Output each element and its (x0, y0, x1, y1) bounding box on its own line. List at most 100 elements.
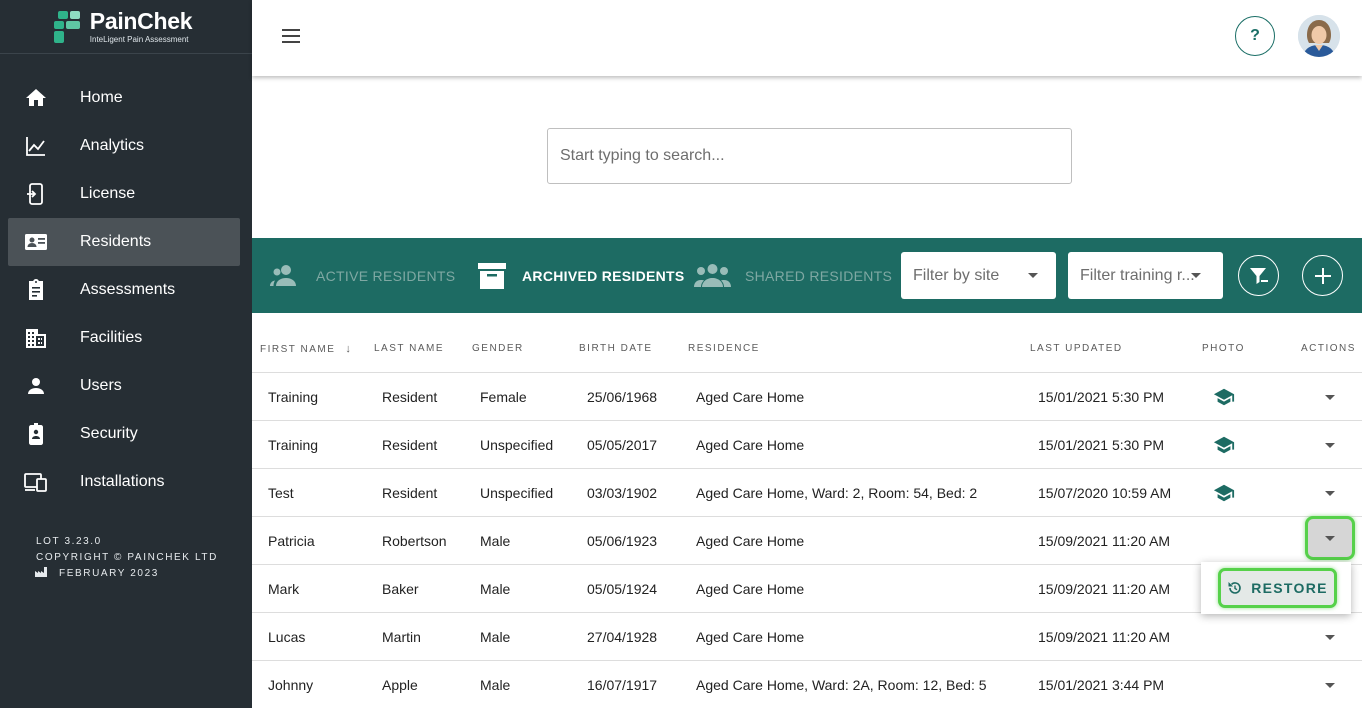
cell-last-updated: 15/09/2021 11:20 AM (1038, 533, 1171, 549)
help-button[interactable]: ? (1235, 16, 1275, 56)
column-gender[interactable]: GENDER (472, 343, 524, 354)
table-row[interactable]: Patricia Robertson Male 05/06/1923 Aged Care… (252, 516, 1362, 565)
row-actions-button[interactable] (1315, 625, 1345, 649)
cell-birth-date: 03/03/1902 (587, 485, 658, 501)
sidebar-item-assessments[interactable]: Assessments (8, 266, 240, 314)
filter-by-site-select[interactable]: Filter by site (901, 252, 1056, 299)
sidebar-item-label: Users (80, 377, 122, 394)
cell-birth-date: 25/06/1968 (587, 389, 658, 405)
chevron-down-icon (1191, 273, 1201, 278)
menu-icon[interactable] (282, 27, 302, 45)
row-actions-button[interactable] (1315, 481, 1345, 505)
filter-by-site-value: Filter by site (913, 266, 1000, 284)
cell-first-name: Mark (268, 581, 300, 597)
row-actions-button[interactable] (1315, 673, 1345, 697)
table-row[interactable]: Johnny Apple Male 16/07/1917 Aged Care Home,… (252, 661, 1362, 708)
cell-birth-date: 05/05/2017 (587, 437, 658, 453)
table-header: FIRST NAME ↓ LAST NAME GENDER BIRTH DATE … (252, 324, 1362, 373)
sidebar-item-users[interactable]: Users (8, 362, 240, 410)
brand: PainChek InteLigent Pain Assessment (0, 0, 252, 54)
cell-last-updated: 15/01/2021 3:44 PM (1038, 677, 1165, 693)
cell-last-updated: 15/09/2021 11:20 AM (1038, 581, 1171, 597)
brand-name: PainChek (89, 7, 193, 34)
sidebar-item-license[interactable]: License (8, 170, 240, 218)
sidebar-item-label: Assessments (80, 281, 176, 298)
clear-filter-button[interactable] (1238, 255, 1279, 296)
column-last-name[interactable]: LAST NAME (374, 343, 444, 354)
cell-last-updated: 15/01/2021 5:30 PM (1038, 437, 1165, 453)
sidebar-item-security[interactable]: Security (8, 410, 240, 458)
cell-gender: Male (480, 677, 511, 693)
sidebar-item-label: Security (80, 425, 138, 442)
cell-first-name: Lucas (268, 629, 306, 645)
cell-residence: Aged Care Home (696, 581, 805, 597)
copyright-text: COPYRIGHT © PAINCHEK LTD (36, 552, 218, 563)
sidebar-nav: Home Analytics License Residents Assessm… (0, 74, 252, 506)
column-birth-date[interactable]: BIRTH DATE (579, 343, 653, 354)
assessments-icon (29, 279, 43, 300)
sidebar-item-facilities[interactable]: Facilities (8, 314, 240, 362)
training-icon (1213, 484, 1235, 502)
cell-residence: Aged Care Home (696, 389, 805, 405)
cell-last-updated: 15/07/2020 10:59 AM (1038, 485, 1172, 501)
table-row[interactable]: Training Resident Unspecified 05/05/2017 Age… (252, 421, 1362, 469)
row-actions-button[interactable] (1315, 433, 1345, 457)
tab-label: SHARED RESIDENTS (745, 267, 893, 284)
column-first-name[interactable]: FIRST NAME ↓ (260, 343, 351, 355)
version-info: LOT 3.23.0 COPYRIGHT © PAINCHEK LTD FEBR… (35, 534, 218, 582)
column-residence[interactable]: RESIDENCE (688, 343, 760, 354)
sidebar-item-home[interactable]: Home (8, 74, 240, 122)
topbar: ? (252, 0, 1362, 76)
cell-last-name: Martin (382, 629, 421, 645)
cell-first-name: Training (268, 437, 319, 453)
sidebar-item-installations[interactable]: Installations (8, 458, 240, 506)
cell-gender: Male (480, 629, 511, 645)
chevron-down-icon (1325, 490, 1335, 496)
cell-last-name: Resident (382, 389, 438, 405)
chevron-down-icon (1028, 273, 1038, 278)
table-row[interactable]: Training Resident Female 25/06/1968 Aged Car… (252, 373, 1362, 421)
sidebar-item-analytics[interactable]: Analytics (8, 122, 240, 170)
table-body: Training Resident Female 25/06/1968 Aged Car… (252, 373, 1362, 708)
cell-gender: Female (480, 389, 527, 405)
cell-gender: Male (480, 581, 511, 597)
restore-icon (1228, 582, 1241, 594)
tab-active-residents[interactable]: ACTIVE RESIDENTS (270, 238, 455, 313)
residents-icon (25, 234, 47, 250)
cell-first-name: Johnny (268, 677, 314, 693)
cell-first-name: Test (268, 485, 294, 501)
table-row[interactable]: Mark Baker Male 05/05/1924 Aged Care Home 15/… (252, 565, 1362, 613)
row-actions-button[interactable] (1315, 385, 1345, 409)
column-last-updated[interactable]: LAST UPDATED (1030, 343, 1123, 354)
table-row[interactable]: Lucas Martin Male 27/04/1928 Aged Care Home 1… (252, 613, 1362, 661)
facilities-icon (26, 329, 46, 348)
restore-label: RESTORE (1251, 580, 1328, 596)
sidebar-item-residents[interactable]: Residents (8, 218, 240, 266)
release-date: FEBRUARY 2023 (59, 568, 159, 579)
user-avatar[interactable] (1298, 15, 1340, 57)
table-row[interactable]: Test Resident Unspecified 03/03/1902 Aged Ca… (252, 469, 1362, 517)
tab-shared-residents[interactable]: SHARED RESIDENTS (694, 238, 892, 313)
analytics-icon (26, 137, 45, 156)
tab-archived-residents[interactable]: ARCHIVED RESIDENTS (476, 238, 685, 313)
search-box (547, 128, 1072, 184)
cell-first-name: Patricia (268, 533, 315, 549)
cell-last-name: Baker (382, 581, 419, 597)
add-resident-button[interactable] (1302, 255, 1343, 296)
restore-button[interactable]: RESTORE (1218, 568, 1337, 608)
cell-last-updated: 15/09/2021 11:20 AM (1038, 629, 1171, 645)
people-icon (270, 264, 296, 286)
brand-tagline: InteLigent Pain Assessment (89, 34, 189, 44)
row-actions-button[interactable] (1305, 516, 1355, 560)
training-icon (1213, 436, 1235, 454)
cell-residence: Aged Care Home (696, 437, 805, 453)
cell-gender: Male (480, 533, 511, 549)
sort-arrow-icon: ↓ (345, 343, 351, 355)
sidebar-item-label: Installations (80, 473, 165, 490)
filter-training-select[interactable]: Filter training r... (1068, 252, 1223, 299)
cell-residence: Aged Care Home (696, 629, 805, 645)
cell-last-name: Resident (382, 437, 438, 453)
chevron-down-icon (1325, 535, 1335, 541)
license-icon (27, 183, 43, 205)
search-input[interactable] (548, 129, 1071, 183)
